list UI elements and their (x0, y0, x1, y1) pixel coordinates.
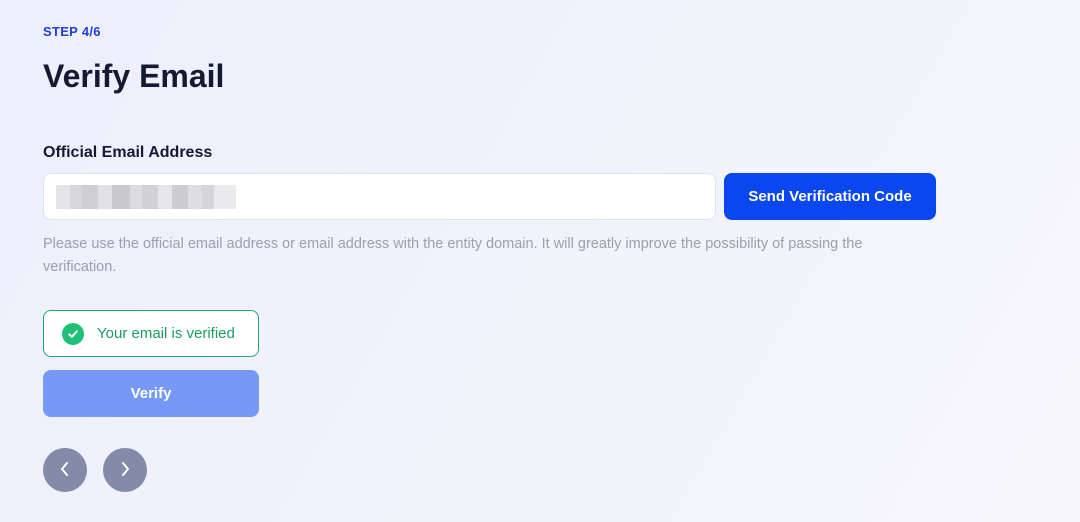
email-hint-text: Please use the official email address or… (43, 236, 863, 275)
check-circle-icon (62, 322, 84, 345)
email-field[interactable] (43, 173, 716, 220)
next-step-button[interactable] (103, 448, 147, 492)
verify-button[interactable]: Verify (43, 370, 259, 417)
chevron-right-icon (118, 461, 132, 480)
step-indicator: STEP 4/6 (43, 24, 101, 39)
email-field-label: Official Email Address (43, 144, 213, 161)
redacted-email-mask (56, 185, 236, 209)
page-title: Verify Email (43, 58, 225, 94)
verify-email-page: STEP 4/6 Verify Email Official Email Add… (43, 0, 943, 522)
send-verification-code-button[interactable]: Send Verification Code (724, 173, 936, 220)
chevron-left-icon (58, 461, 72, 480)
verified-status-text: Your email is verified (97, 325, 235, 342)
verified-status-badge: Your email is verified (43, 310, 259, 357)
previous-step-button[interactable] (43, 448, 87, 492)
